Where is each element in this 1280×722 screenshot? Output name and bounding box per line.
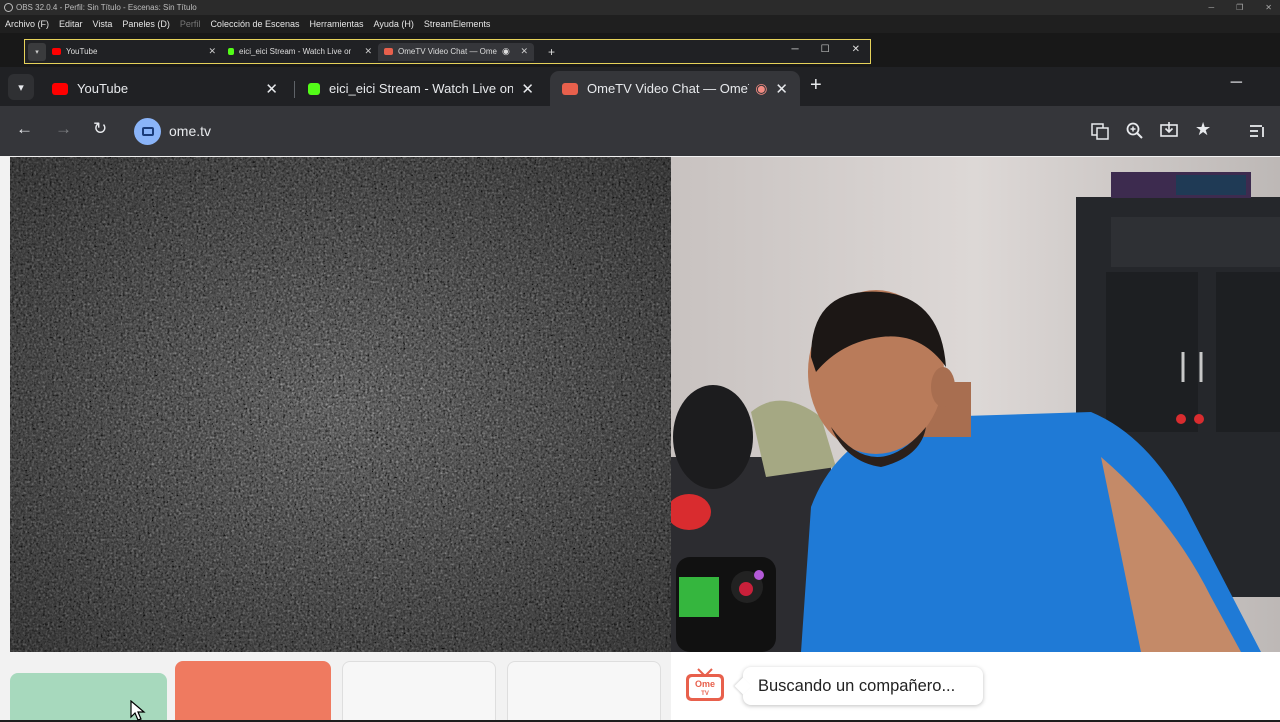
obs-logo-icon bbox=[4, 3, 13, 12]
camera-scene-image bbox=[671, 157, 1280, 652]
tab-label: YouTube bbox=[77, 81, 129, 96]
close-icon[interactable]: ✕ bbox=[521, 80, 534, 98]
mini-tab-label: eici_eici Stream - Watch Live on bbox=[239, 47, 351, 56]
mini-tab-label: OmeTV Video Chat — Ome bbox=[398, 47, 497, 56]
tab-youtube[interactable]: YouTube ✕ bbox=[40, 71, 290, 106]
menu-editar[interactable]: Editar bbox=[59, 19, 83, 29]
mini-tab-label: YouTube bbox=[66, 47, 98, 56]
mini-window-controls: ─ ☐ ✕ bbox=[792, 44, 860, 55]
minimize-icon[interactable]: ─ bbox=[792, 44, 799, 55]
stranger-video-static bbox=[10, 157, 671, 652]
forward-arrow-icon[interactable]: → bbox=[55, 119, 72, 139]
close-icon[interactable]: ✕ bbox=[520, 46, 528, 57]
install-app-icon[interactable] bbox=[1159, 121, 1179, 141]
menu-vista[interactable]: Vista bbox=[93, 19, 113, 29]
menu-streamelements[interactable]: StreamElements bbox=[424, 19, 491, 29]
menu-ayuda[interactable]: Ayuda (H) bbox=[374, 19, 414, 29]
svg-text:TV: TV bbox=[701, 691, 709, 697]
obs-browser-source-preview[interactable]: ▾ YouTube ✕ eici_eici Stream - Watch Liv… bbox=[24, 39, 871, 64]
menu-archivo[interactable]: Archivo (F) bbox=[5, 19, 49, 29]
ometv-logo-icon: Ome TV bbox=[686, 668, 724, 701]
youtube-icon bbox=[52, 48, 61, 55]
self-camera-video bbox=[671, 157, 1280, 652]
menu-herramientas[interactable]: Herramientas bbox=[310, 19, 364, 29]
mouse-cursor-icon bbox=[130, 700, 146, 721]
back-arrow-icon[interactable]: ← bbox=[16, 119, 33, 139]
filter-button[interactable] bbox=[342, 661, 496, 720]
kick-icon bbox=[308, 82, 320, 95]
new-tab-icon[interactable]: + bbox=[810, 74, 822, 97]
obs-menu-bar: Archivo (F) Editar Vista Paneles (D) Per… bbox=[0, 15, 1280, 33]
mini-tab-kick[interactable]: eici_eici Stream - Watch Live on ✕ bbox=[222, 43, 378, 61]
tab-ometv[interactable]: OmeTV Video Chat — OmeTV ◉ ✕ bbox=[550, 71, 800, 106]
close-icon[interactable]: ✕ bbox=[852, 44, 860, 55]
obs-window-controls: ─ ❐ ✕ bbox=[1208, 0, 1272, 15]
obs-restore-icon[interactable]: ❐ bbox=[1236, 3, 1243, 12]
reload-icon[interactable]: ↻ bbox=[93, 119, 107, 139]
close-icon[interactable]: ✕ bbox=[265, 80, 278, 98]
close-icon[interactable]: ✕ bbox=[775, 80, 788, 98]
settings-button[interactable] bbox=[507, 661, 661, 720]
tab-label: OmeTV Video Chat — OmeTV bbox=[587, 81, 750, 96]
menu-paneles[interactable]: Paneles (D) bbox=[122, 19, 170, 29]
chat-status-bubble: Buscando un compañero... bbox=[743, 667, 983, 705]
kick-icon bbox=[228, 48, 234, 55]
recording-icon: ◉ bbox=[755, 80, 768, 96]
tab-label: eici_eici Stream - Watch Live on Kick bbox=[329, 81, 514, 96]
bookmark-star-icon[interactable]: ★ bbox=[1195, 119, 1211, 140]
zoom-icon[interactable] bbox=[1125, 121, 1145, 141]
static-noise-texture bbox=[10, 157, 671, 652]
site-info-camera-icon[interactable] bbox=[134, 118, 161, 145]
svg-text:Ome: Ome bbox=[695, 679, 715, 689]
menu-perfil[interactable]: Perfil bbox=[180, 19, 201, 29]
close-icon[interactable]: ✕ bbox=[364, 46, 372, 57]
obs-title-bar: OBS 32.0.4 - Perfil: Sin Título - Escena… bbox=[0, 0, 1280, 15]
close-icon[interactable]: ✕ bbox=[208, 46, 216, 57]
reading-list-icon[interactable] bbox=[1248, 121, 1268, 141]
tab-search-chevron-down-icon[interactable]: ▾ bbox=[8, 74, 34, 100]
mini-tab-youtube[interactable]: YouTube ✕ bbox=[46, 43, 222, 61]
ometv-icon bbox=[562, 82, 578, 95]
recording-icon: ◉ bbox=[502, 46, 510, 56]
maximize-icon[interactable]: ☐ bbox=[821, 44, 830, 55]
stop-button[interactable] bbox=[175, 661, 331, 720]
address-bar-url[interactable]: ome.tv bbox=[169, 123, 211, 139]
obs-minimize-icon[interactable]: ─ bbox=[1208, 3, 1214, 12]
obs-close-icon[interactable]: ✕ bbox=[1265, 3, 1272, 12]
mini-tab-ometv[interactable]: OmeTV Video Chat — Ome ◉ ✕ bbox=[378, 42, 534, 61]
mini-new-tab-icon[interactable]: + bbox=[548, 45, 555, 59]
tab-kick[interactable]: eici_eici Stream - Watch Live on Kick ✕ bbox=[296, 71, 546, 106]
ometv-icon bbox=[384, 48, 393, 55]
mini-tab-search-icon[interactable]: ▾ bbox=[28, 42, 46, 61]
youtube-icon bbox=[52, 82, 68, 95]
translate-icon[interactable] bbox=[1090, 121, 1110, 141]
obs-window-title: OBS 32.0.4 - Perfil: Sin Título - Escena… bbox=[16, 3, 197, 12]
window-minimize-icon[interactable]: ─ bbox=[1231, 74, 1242, 92]
browser-tab-strip: ▾ YouTube ✕ eici_eici Stream - Watch Liv… bbox=[0, 67, 1280, 106]
menu-coleccion-escenas[interactable]: Colección de Escenas bbox=[210, 19, 299, 29]
chat-status-text: Buscando un compañero... bbox=[758, 676, 956, 695]
tab-divider bbox=[294, 81, 295, 98]
